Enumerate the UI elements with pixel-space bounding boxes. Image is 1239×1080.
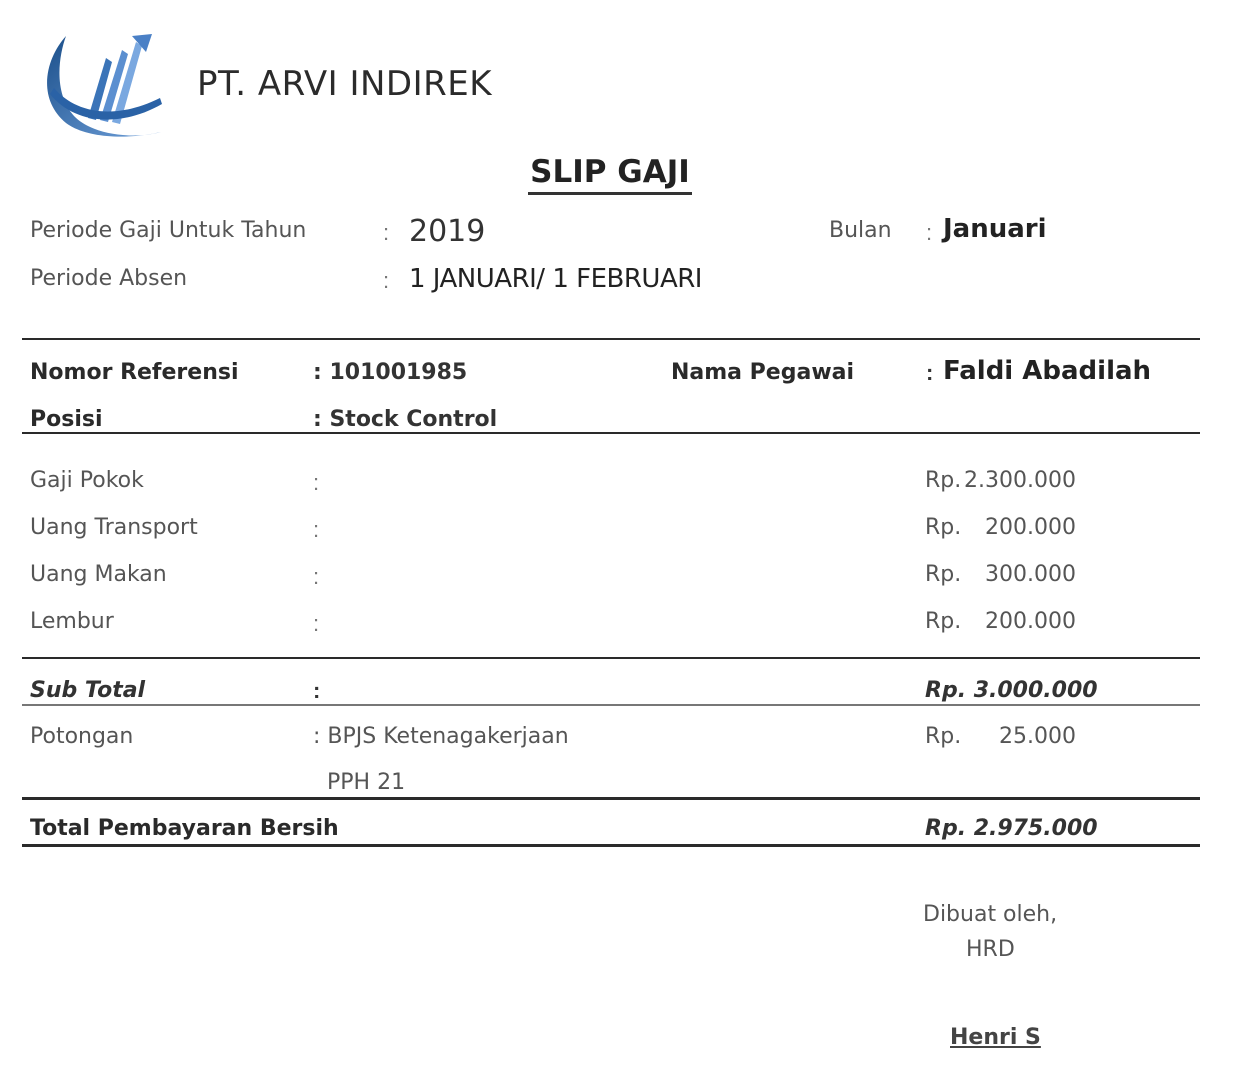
employee-name-value: Faldi Abadilah [943, 356, 1152, 386]
deduction-amount: 25.000 [999, 724, 1076, 749]
net-total-label: Total Pembayaran Bersih [30, 816, 339, 841]
colon: : [313, 470, 320, 495]
colon: : [926, 360, 934, 385]
earning-amount: 300.000 [985, 562, 1076, 587]
divider [22, 432, 1200, 434]
divider [22, 704, 1200, 706]
deductions-label: Potongan [30, 724, 134, 749]
divider [22, 844, 1200, 847]
divider [22, 657, 1200, 659]
absence-period-label: Periode Absen [30, 266, 188, 291]
earning-label: Uang Transport [30, 515, 198, 540]
document-title: SLIP GAJI [0, 154, 1220, 195]
position-value: : Stock Control [313, 407, 498, 432]
company-logo [47, 34, 162, 137]
colon: : [383, 220, 390, 245]
deduction-item-name: PPH 21 [327, 770, 406, 795]
made-by-label: Dibuat oleh, [923, 902, 1058, 927]
colon: : [313, 517, 320, 542]
earning-amount: 200.000 [985, 515, 1076, 540]
salary-slip-page: { "company": { "name": "PT. ARVI INDIREK… [0, 0, 1239, 1080]
month-label: Bulan [829, 218, 892, 243]
reference-number-label: Nomor Referensi [30, 360, 239, 385]
colon: : [383, 268, 390, 293]
subtotal-label: Sub Total [30, 678, 146, 703]
divider [22, 338, 1200, 340]
net-total-amount: Rp. 2.975.000 [925, 816, 1098, 841]
deduction-item-name: : BPJS Ketenagakerjaan [313, 724, 569, 749]
earning-amount: 200.000 [985, 609, 1076, 634]
colon: : [313, 564, 320, 589]
period-year-label: Periode Gaji Untuk Tahun [30, 218, 307, 243]
reference-number-value: : 101001985 [313, 360, 468, 385]
divider [22, 797, 1200, 800]
absence-period-value: 1 JANUARI/ 1 FEBRUARI [409, 264, 702, 294]
signature-department: HRD [966, 937, 1015, 962]
colon: : [313, 678, 321, 703]
employee-name-label: Nama Pegawai [671, 360, 855, 385]
colon: : [926, 220, 933, 245]
earning-label: Gaji Pokok [30, 468, 144, 493]
subtotal-amount: Rp. 3.000.000 [925, 678, 1098, 703]
colon: : [313, 611, 320, 636]
earning-amount: 2.300.000 [964, 468, 1076, 493]
position-label: Posisi [30, 407, 103, 432]
signatory-name: Henri S [950, 1025, 1041, 1050]
month-value: Januari [943, 214, 1047, 244]
company-name: PT. ARVI INDIREK [197, 64, 493, 104]
earning-label: Uang Makan [30, 562, 167, 587]
period-year-value: 2019 [409, 214, 486, 249]
earning-label: Lembur [30, 609, 114, 634]
